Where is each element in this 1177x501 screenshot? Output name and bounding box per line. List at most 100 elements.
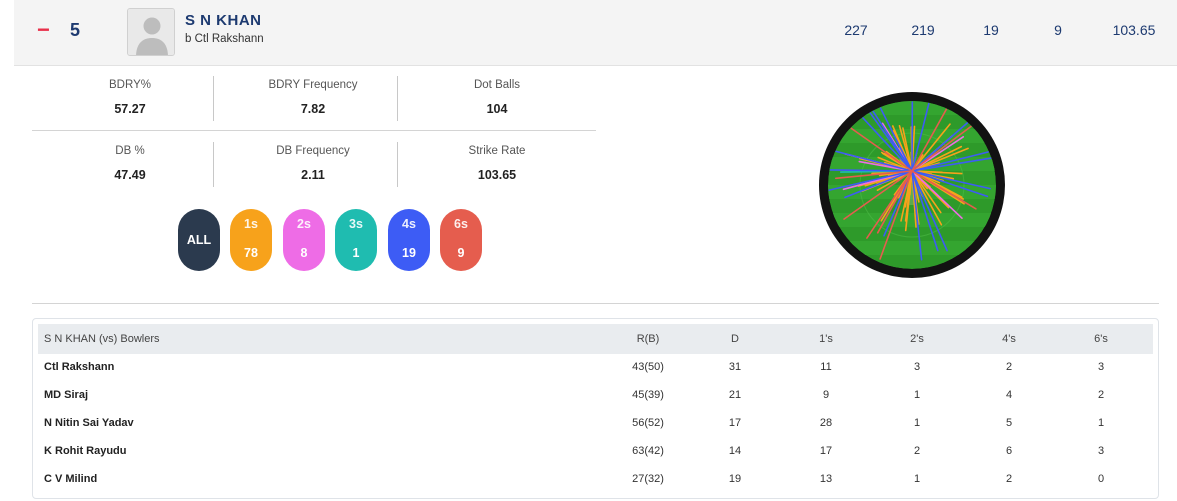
table-header: S N KHAN (vs) Bowlers R(B) D 1's 2's 4's… xyxy=(38,324,1153,354)
column-header-dots: D xyxy=(731,333,739,345)
summary-value: 103.65 xyxy=(477,168,517,182)
cell-ones: 9 xyxy=(822,389,830,401)
cell-fours: 2 xyxy=(1005,361,1013,373)
filter-2s-button[interactable]: 2s 8 xyxy=(283,209,325,271)
summary-strike-rate: Strike Rate 103.65 xyxy=(407,145,587,182)
summary-db-frequency: DB Frequency 2.11 xyxy=(223,145,403,182)
summary-value: 2.11 xyxy=(301,168,325,182)
filter-count: 19 xyxy=(402,246,416,260)
summary-value: 7.82 xyxy=(300,102,326,116)
summary-bdry-pct: BDRY% 57.27 xyxy=(40,79,220,116)
table-row[interactable]: N Nitin Sai Yadav 56(52) 17 28 1 5 1 xyxy=(38,409,1153,437)
bowler-name: C V Milind xyxy=(44,473,98,485)
stat-fours: 19 xyxy=(983,22,999,38)
cell-sixes: 3 xyxy=(1097,445,1105,457)
dismissal-text: b Ctl Rakshann xyxy=(185,33,264,45)
summary-label: DB Frequency xyxy=(276,145,350,157)
column-header-bowler: S N KHAN (vs) Bowlers xyxy=(44,333,160,345)
cell-dots: 31 xyxy=(728,361,742,373)
table-row[interactable]: C V Milind 27(32) 19 13 1 2 0 xyxy=(38,465,1153,493)
filter-label: 4s xyxy=(402,217,416,231)
summary-value: 57.27 xyxy=(114,102,146,116)
filter-6s-button[interactable]: 6s 9 xyxy=(440,209,482,271)
summary-value: 47.49 xyxy=(114,168,146,182)
divider xyxy=(213,142,214,187)
summary-bdry-frequency: BDRY Frequency 7.82 xyxy=(223,79,403,116)
filter-label: 2s xyxy=(297,217,311,231)
summary-label: DB % xyxy=(115,145,145,157)
cell-runs-balls: 45(39) xyxy=(632,389,664,401)
collapse-toggle-icon[interactable]: − xyxy=(37,16,50,44)
cell-ones: 17 xyxy=(819,445,833,457)
divider xyxy=(213,76,214,121)
cell-runs-balls: 63(42) xyxy=(632,445,664,457)
filter-count: 78 xyxy=(244,246,258,260)
filter-count: 8 xyxy=(300,246,308,260)
bowlers-table: S N KHAN (vs) Bowlers R(B) D 1's 2's 4's… xyxy=(32,318,1159,499)
filter-count: 9 xyxy=(457,246,465,260)
stat-sixes: 9 xyxy=(1054,22,1062,38)
cell-fours: 4 xyxy=(1005,389,1013,401)
summary-label: Strike Rate xyxy=(468,145,526,157)
cell-sixes: 3 xyxy=(1097,361,1105,373)
filter-label: 1s xyxy=(244,217,258,231)
cell-ones: 11 xyxy=(820,361,832,373)
cell-twos: 3 xyxy=(913,361,921,373)
cell-twos: 1 xyxy=(913,417,921,429)
cell-twos: 1 xyxy=(913,473,921,485)
stat-balls: 219 xyxy=(911,22,935,38)
bowler-name: MD Siraj xyxy=(44,389,89,401)
cell-dots: 14 xyxy=(728,445,742,457)
summary-value: 104 xyxy=(486,102,508,116)
cell-runs-balls: 56(52) xyxy=(632,417,664,429)
player-name[interactable]: S N KHAN xyxy=(185,12,262,29)
summary-label: Dot Balls xyxy=(473,79,521,91)
column-header-twos: 2's xyxy=(910,333,924,345)
stat-strike-rate: 103.65 xyxy=(1112,22,1156,38)
bowler-name: N Nitin Sai Yadav xyxy=(44,417,134,429)
cell-fours: 2 xyxy=(1005,473,1013,485)
player-row: − 5 S N KHAN b Ctl Rakshann 227 219 19 9… xyxy=(14,0,1177,66)
filter-count: 1 xyxy=(352,246,360,260)
column-header-runs-balls: R(B) xyxy=(636,333,660,345)
table-row[interactable]: MD Siraj 45(39) 21 9 1 4 2 xyxy=(38,381,1153,409)
cell-fours: 6 xyxy=(1005,445,1013,457)
summary-dot-balls: Dot Balls 104 xyxy=(407,79,587,116)
cell-runs-balls: 27(32) xyxy=(632,473,664,485)
cell-dots: 21 xyxy=(728,389,742,401)
cell-dots: 19 xyxy=(728,473,742,485)
batting-position: 5 xyxy=(70,20,81,40)
bowler-name: Ctl Rakshann xyxy=(44,361,115,373)
table-row[interactable]: Ctl Rakshann 43(50) 31 11 3 2 3 xyxy=(38,353,1153,381)
cell-ones: 28 xyxy=(819,417,833,429)
filter-label: 3s xyxy=(349,217,363,231)
cell-runs-balls: 43(50) xyxy=(632,361,664,373)
filter-all-button[interactable]: ALL xyxy=(178,209,220,271)
wagon-wheel[interactable] xyxy=(818,91,1006,279)
summary-label: BDRY Frequency xyxy=(268,79,358,91)
filter-4s-button[interactable]: 4s 19 xyxy=(388,209,430,271)
divider xyxy=(397,142,398,187)
cell-sixes: 0 xyxy=(1097,473,1105,485)
cell-dots: 17 xyxy=(728,417,742,429)
filter-label: ALL xyxy=(186,233,212,247)
avatar xyxy=(127,8,175,56)
summary-db-pct: DB % 47.49 xyxy=(40,145,220,182)
cell-ones: 13 xyxy=(819,473,833,485)
filter-3s-button[interactable]: 3s 1 xyxy=(335,209,377,271)
person-silhouette-icon xyxy=(128,9,174,55)
cell-twos: 1 xyxy=(913,389,921,401)
summary-label: BDRY% xyxy=(109,79,151,91)
filter-1s-button[interactable]: 1s 78 xyxy=(230,209,272,271)
cell-sixes: 1 xyxy=(1097,417,1105,429)
divider xyxy=(32,130,596,131)
bowler-name: K Rohit Rayudu xyxy=(44,445,127,457)
column-header-fours: 4's xyxy=(1002,333,1016,345)
cell-sixes: 2 xyxy=(1097,389,1105,401)
cell-twos: 2 xyxy=(913,445,921,457)
stat-runs: 227 xyxy=(844,22,868,38)
cell-fours: 5 xyxy=(1005,417,1013,429)
table-row[interactable]: K Rohit Rayudu 63(42) 14 17 2 6 3 xyxy=(38,437,1153,465)
divider xyxy=(397,76,398,121)
column-header-sixes: 6's xyxy=(1094,333,1108,345)
